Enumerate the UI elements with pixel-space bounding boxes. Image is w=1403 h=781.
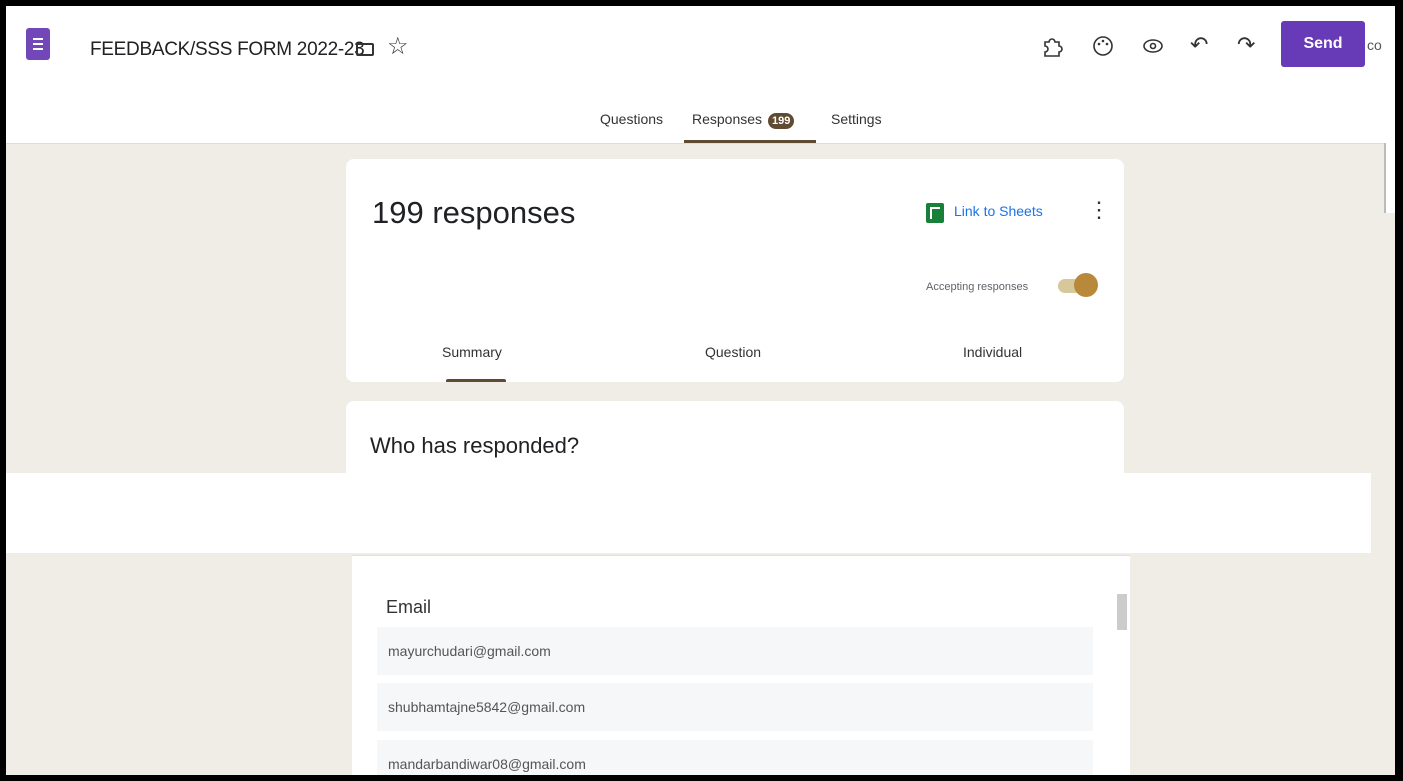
email-text: shubhamtajne5842@gmail.com [388, 699, 586, 715]
tab-responses[interactable]: Responses 199 [692, 111, 795, 129]
responses-count-badge: 199 [768, 113, 795, 129]
form-logo-icon[interactable] [26, 28, 50, 60]
response-count: 199 responses [372, 195, 576, 230]
top-bar: FEEDBACK/SSS FORM 2022-23 ☆ ↶ ↷ Send co [6, 6, 1395, 96]
list-scrollbar[interactable] [1117, 594, 1127, 630]
app-frame: FEEDBACK/SSS FORM 2022-23 ☆ ↶ ↷ Send co … [0, 0, 1403, 781]
form-title[interactable]: FEEDBACK/SSS FORM 2022-23 [90, 39, 365, 61]
active-subtab-indicator [446, 379, 506, 382]
form-tabs: Questions Responses 199 Settings [6, 96, 1395, 144]
active-tab-indicator [684, 140, 816, 143]
email-list-card: Email mayurchudari@gmail.com shubhamtajn… [352, 555, 1130, 775]
blank-band [6, 473, 1371, 553]
email-row[interactable]: shubhamtajne5842@gmail.com [377, 683, 1093, 731]
tab-responses-label: Responses [692, 111, 763, 127]
email-text: mayurchudari@gmail.com [388, 643, 551, 659]
subtab-question[interactable]: Question [705, 344, 761, 360]
accepting-responses-label: Accepting responses [926, 281, 1029, 293]
send-button[interactable]: Send [1281, 21, 1365, 67]
undo-icon[interactable]: ↶ [1190, 34, 1208, 56]
redo-icon[interactable]: ↷ [1237, 34, 1255, 56]
preview-icon[interactable] [1141, 34, 1165, 62]
addon-icon[interactable] [1040, 34, 1064, 62]
link-to-sheets-button[interactable]: Link to Sheets [954, 203, 1043, 219]
subtab-individual[interactable]: Individual [963, 344, 1022, 360]
folder-icon[interactable] [356, 43, 374, 56]
tab-questions[interactable]: Questions [600, 111, 663, 127]
email-row[interactable]: mandarbandiwar08@gmail.com [377, 740, 1093, 775]
tab-settings[interactable]: Settings [831, 111, 882, 127]
sheets-icon[interactable] [926, 203, 944, 223]
page-scrollbar[interactable] [1384, 143, 1395, 213]
more-options-icon[interactable]: ⋮ [1088, 199, 1110, 221]
star-icon[interactable]: ☆ [387, 35, 409, 59]
overflow-text: co [1367, 37, 1382, 53]
responses-summary-card: 199 responses Link to Sheets ⋮ Accepting… [346, 159, 1124, 382]
accepting-responses-toggle[interactable] [1058, 273, 1098, 299]
subtab-summary[interactable]: Summary [442, 344, 502, 360]
email-column-header: Email [386, 597, 432, 617]
toggle-knob [1074, 273, 1098, 297]
palette-icon[interactable] [1091, 34, 1115, 62]
email-text: mandarbandiwar08@gmail.com [388, 756, 586, 772]
email-row[interactable]: mayurchudari@gmail.com [377, 627, 1093, 675]
who-responded-title: Who has responded? [370, 433, 580, 458]
who-responded-card: Who has responded? [346, 401, 1124, 481]
